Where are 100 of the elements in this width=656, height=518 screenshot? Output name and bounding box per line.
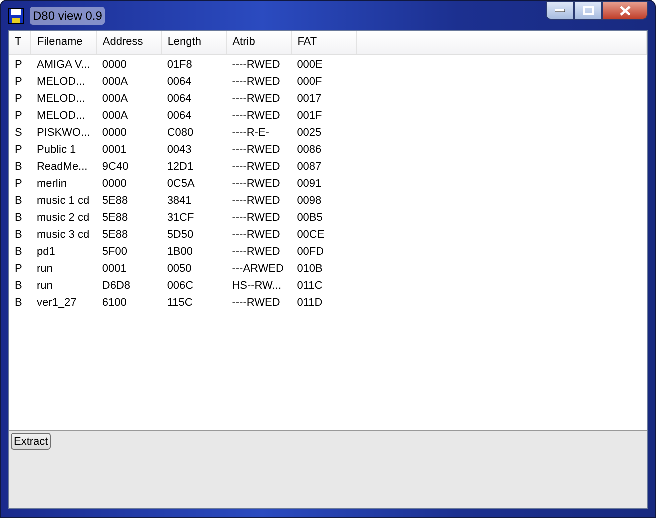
table-cell: 0001	[102, 144, 127, 156]
table-cell: music 3 cd	[36, 229, 90, 241]
table-cell: 0000	[102, 127, 127, 139]
table-cell: B	[15, 212, 22, 224]
table-cell: 115C	[167, 297, 193, 309]
table-cell: 5F00	[102, 246, 128, 258]
table-cell: 3841	[167, 195, 192, 207]
table-cell: MELOD...	[36, 110, 86, 122]
table-cell: 0043	[167, 144, 192, 156]
table-cell: Public 1	[36, 144, 76, 156]
table-cell: 6100	[102, 297, 127, 309]
column-header[interactable]: Length	[161, 31, 226, 54]
table-cell: P	[15, 93, 22, 105]
table-cell: 5E88	[102, 212, 128, 224]
column-header[interactable]: T	[9, 31, 31, 54]
table-cell: B	[15, 195, 22, 207]
table-cell: ---ARWED	[232, 263, 284, 275]
table-cell: run	[36, 263, 53, 275]
column-header[interactable]: Filename	[30, 31, 96, 54]
table-cell: ----RWED	[232, 161, 280, 173]
table-cell: 0000	[102, 178, 127, 190]
extract-button[interactable]: Extract	[11, 433, 52, 450]
table-cell: 0098	[297, 195, 322, 207]
table-cell: ----RWED	[232, 195, 280, 207]
column-header[interactable]: FAT	[291, 31, 356, 54]
maximize-icon	[582, 6, 594, 15]
window-title: D80 view 0.9	[30, 6, 106, 24]
table-cell: ----RWED	[232, 59, 280, 71]
table-cell: music 2 cd	[36, 212, 90, 224]
table-cell: 00B5	[297, 212, 323, 224]
table-cell: 5E88	[102, 195, 128, 207]
table-cell: MELOD...	[36, 76, 86, 88]
column-header[interactable]: Atrib	[226, 31, 292, 54]
table-cell: ----RWED	[232, 178, 280, 190]
table-cell: 1B00	[167, 246, 194, 258]
table-cell: 0087	[297, 161, 322, 173]
table-cell: B	[15, 161, 22, 173]
table-cell: ----RWED	[232, 297, 280, 309]
table-cell: 0091	[297, 178, 322, 190]
table-cell: 000E	[297, 59, 323, 71]
column-header[interactable]: Address	[96, 31, 162, 54]
table-cell: 0064	[167, 76, 192, 88]
table-cell: 5D50	[167, 229, 194, 241]
table-cell: 0064	[167, 110, 192, 122]
table-cell: 00CE	[297, 229, 325, 241]
table-cell: 0017	[297, 93, 322, 105]
table-cell: ----RWED	[232, 76, 280, 88]
table-cell: P	[15, 263, 22, 275]
table-cell: merlin	[36, 178, 67, 190]
table-cell: 011D	[297, 297, 323, 309]
table-cell: B	[15, 229, 22, 241]
table-cell: 000A	[102, 76, 128, 88]
table-cell: 0064	[167, 93, 192, 105]
table-cell: ----RWED	[232, 93, 280, 105]
table-cell: 0050	[167, 263, 192, 275]
table-cell: P	[15, 110, 22, 122]
table-cell: S	[15, 127, 22, 139]
table-cell: 000A	[102, 93, 128, 105]
close-icon	[620, 6, 630, 16]
table-cell: 0000	[102, 59, 127, 71]
table-cell: ----RWED	[232, 144, 280, 156]
close-button[interactable]	[602, 1, 648, 20]
table-cell: 5E88	[102, 229, 128, 241]
table-cell: ----RWED	[232, 212, 280, 224]
table-cell: run	[36, 280, 53, 292]
table-cell: PISKWO...	[36, 127, 90, 139]
table-cell: P	[15, 178, 22, 190]
table-cell: MELOD...	[36, 93, 86, 105]
table-cell: ----RWED	[232, 110, 280, 122]
table-cell: P	[15, 59, 22, 71]
table-cell: HS--RW...	[232, 280, 282, 292]
table-cell: B	[15, 280, 22, 292]
table-cell: 00FD	[297, 246, 324, 258]
table-cell: 010B	[297, 263, 323, 275]
table-cell: 000A	[102, 110, 128, 122]
table-cell: C080	[167, 127, 194, 139]
table-cell: P	[15, 144, 22, 156]
table-cell: 0025	[297, 127, 322, 139]
table-cell: ----RWED	[232, 246, 280, 258]
table-cell: 001F	[297, 110, 322, 122]
maximize-button[interactable]	[574, 1, 602, 20]
minimize-button[interactable]	[546, 1, 574, 20]
table-cell: 0086	[297, 144, 322, 156]
table-cell: AMIGA V...	[36, 59, 90, 71]
table-cell: music 1 cd	[36, 195, 90, 207]
table-cell: 011C	[297, 280, 323, 292]
table-cell: ----R-E-	[232, 127, 270, 139]
table-cell: 31CF	[167, 212, 194, 224]
table-cell: P	[15, 76, 22, 88]
table-cell: ver1_27	[36, 297, 77, 309]
table-cell: 9C40	[102, 161, 129, 173]
table-cell: 0C5A	[167, 178, 195, 190]
table-cell: 0001	[102, 263, 127, 275]
table-cell: B	[15, 246, 22, 258]
table-cell: B	[15, 297, 22, 309]
table-cell: 000F	[297, 76, 322, 88]
table-cell: ReadMe...	[36, 161, 88, 173]
minimize-icon	[555, 8, 565, 12]
table-cell: pd1	[36, 246, 56, 258]
table-cell: ----RWED	[232, 229, 280, 241]
